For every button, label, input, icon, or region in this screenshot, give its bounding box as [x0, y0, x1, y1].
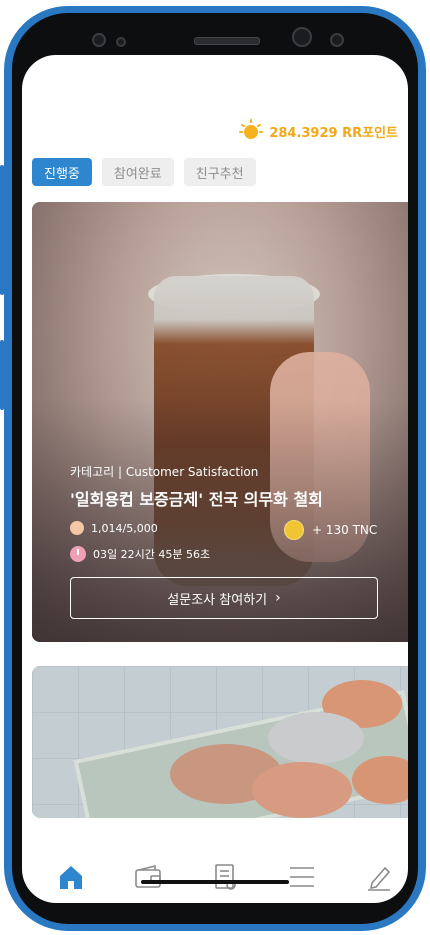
- person-icon: [70, 521, 84, 535]
- tab-refer-friend[interactable]: 친구추천: [183, 158, 256, 186]
- app-screen: 284.3929 RR포인트 진행중 참여완료 친구추천 카테고리 | Cust…: [22, 55, 408, 903]
- survey-category: 카테고리 | Customer Satisfaction: [70, 465, 259, 479]
- menu-icon[interactable]: [287, 862, 317, 892]
- front-camera-dot: [330, 33, 344, 47]
- participate-survey-label: 설문조사 참여하기: [167, 592, 268, 608]
- tab-in-progress[interactable]: 진행중: [32, 158, 92, 186]
- participants-row: 1,014/5,000: [70, 521, 158, 535]
- participate-survey-button[interactable]: 설문조사 참여하기 ›: [70, 577, 378, 619]
- chevron-right-icon: ›: [275, 590, 281, 606]
- wallet-icon[interactable]: [133, 862, 163, 892]
- phone-frame: 284.3929 RR포인트 진행중 참여완료 친구추천 카테고리 | Cust…: [4, 6, 426, 931]
- survey-card[interactable]: 카테고리 | Customer Satisfaction '일회용컵 보증금제'…: [32, 202, 408, 642]
- front-camera-dot: [92, 33, 106, 47]
- home-icon[interactable]: [56, 862, 86, 892]
- participants-count: 1,014/5,000: [91, 521, 158, 535]
- bottom-navigation: [32, 845, 408, 903]
- tab-completed[interactable]: 참여완료: [101, 158, 174, 186]
- front-camera-lens: [292, 27, 312, 47]
- card-gradient-overlay: [32, 202, 408, 642]
- points-value: 284.3929 RR포인트: [269, 125, 398, 141]
- survey-card-2[interactable]: [32, 666, 408, 818]
- reward-amount: + 130 TNC: [312, 523, 378, 537]
- survey-icon[interactable]: [210, 862, 240, 892]
- side-button: [0, 340, 4, 410]
- coin-icon: [284, 520, 304, 540]
- points-display: 284.3929 RR포인트: [239, 119, 398, 143]
- edit-icon[interactable]: [364, 862, 394, 892]
- clock-icon: [70, 546, 86, 562]
- time-left-row: 03일 22시간 45분 56초: [70, 546, 210, 562]
- home-indicator[interactable]: [141, 880, 289, 884]
- reward-row: + 130 TNC: [284, 520, 377, 540]
- front-camera-dot: [116, 37, 126, 47]
- survey-title: '일회용컵 보증금제' 전국 의무화 철회: [70, 490, 323, 509]
- survey-tabs: 진행중 참여완료 친구추천: [32, 158, 256, 186]
- side-button: [0, 165, 4, 295]
- coin-image: [252, 762, 352, 818]
- phone-bezel: 284.3929 RR포인트 진행중 참여완료 친구추천 카테고리 | Cust…: [12, 13, 418, 924]
- sun-coin-icon: [239, 119, 264, 143]
- coin-image: [268, 712, 364, 764]
- time-left: 03일 22시간 45분 56초: [93, 548, 211, 561]
- speaker-grille: [194, 37, 260, 45]
